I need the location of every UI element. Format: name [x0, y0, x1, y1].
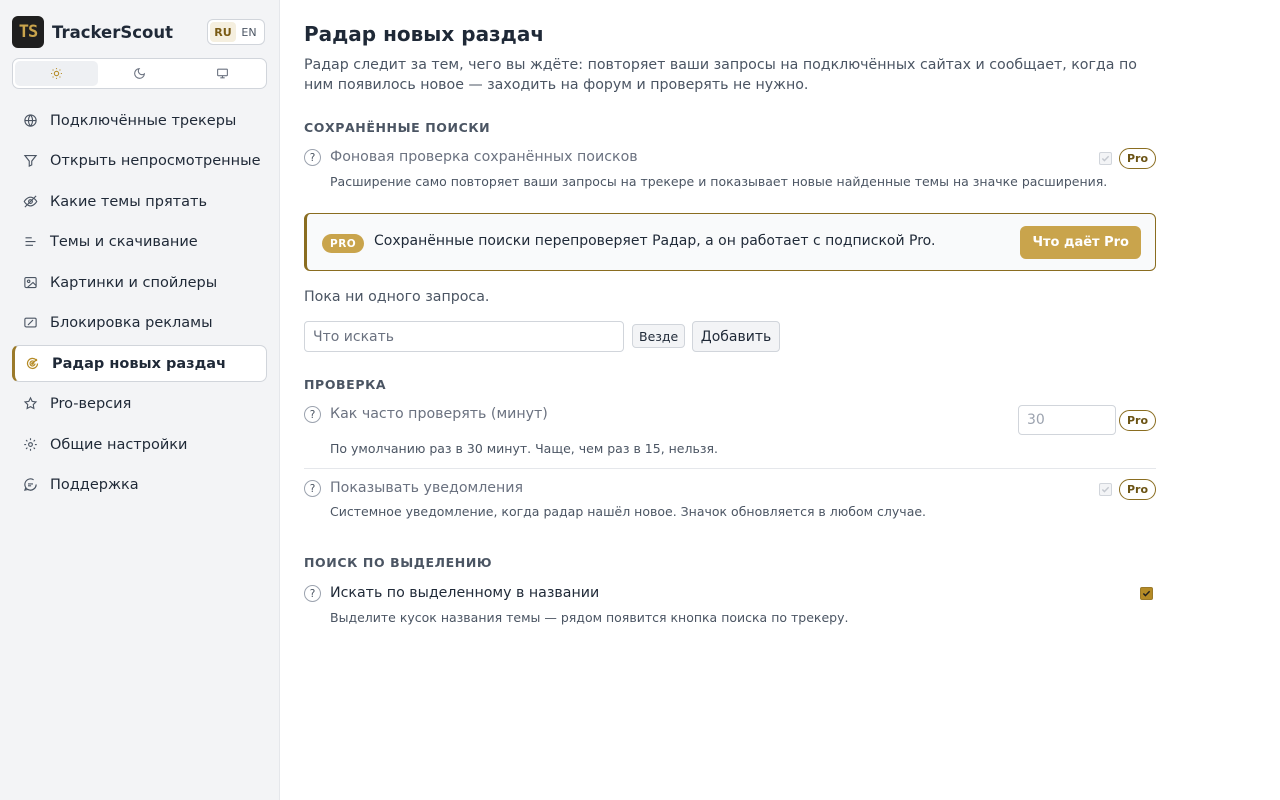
divider [304, 468, 1156, 469]
language-switcher: RU EN [207, 19, 265, 45]
star-icon [23, 396, 39, 412]
pro-badge: Pro [1118, 148, 1156, 169]
search-scope-select[interactable]: Везде [632, 324, 686, 348]
sidebar-item-settings[interactable]: Общие настройки [12, 426, 267, 463]
radar-icon [25, 356, 41, 372]
sidebar-item-label: Блокировка рекламы [50, 315, 213, 331]
sidebar-item-label: Какие темы прятать [50, 193, 207, 210]
sidebar-item-label: Картинки и спойлеры [50, 274, 218, 291]
pro-badge: Pro [1118, 479, 1156, 500]
app-name: TrackerScout [52, 22, 173, 42]
help-icon[interactable]: ? [304, 406, 321, 423]
page-description: Радар следит за тем, чего вы ждёте: повт… [304, 57, 1137, 93]
setting-label: Фоновая проверка сохранённых поисков [330, 149, 638, 165]
theme-switcher [12, 58, 267, 89]
sidebar: TS TrackerScout RU EN Подключённые треке… [0, 0, 280, 800]
lang-en-button[interactable]: EN [236, 22, 262, 42]
filter-icon [23, 153, 39, 169]
section-title-checking: ПРОВЕРКА [304, 377, 387, 392]
setting-description: По умолчанию раз в 30 минут. Чаще, чем р… [330, 441, 718, 456]
sidebar-item-label: Pro-версия [50, 396, 132, 412]
pro-promo-banner: PRO Сохранённые поиски перепроверяет Рад… [304, 213, 1156, 271]
setting-description: Расширение само повторяет ваши запросы н… [330, 174, 1108, 189]
sidebar-item-label: Поддержка [50, 477, 139, 493]
check-icon [1101, 155, 1110, 162]
theme-system-button[interactable] [181, 61, 264, 86]
notifications-checkbox[interactable] [1099, 483, 1112, 496]
sidebar-item-label: Радар новых раздач [52, 355, 227, 372]
theme-light-button[interactable] [15, 61, 98, 86]
section-title-selection-search: ПОИСК ПО ВЫДЕЛЕНИЮ [304, 555, 493, 570]
check-icon [1142, 590, 1151, 597]
image-icon [23, 275, 39, 291]
chat-icon [23, 477, 39, 493]
sidebar-item-hide-topics[interactable]: Какие темы прятать [12, 183, 267, 220]
background-check-checkbox[interactable] [1099, 152, 1112, 165]
globe-icon [23, 113, 39, 129]
promo-text: Сохранённые поиски перепроверяет Радар, … [374, 233, 936, 249]
check-interval-input[interactable]: 30 [1018, 405, 1116, 435]
promo-pro-badge: PRO [322, 234, 365, 253]
sidebar-item-adblock[interactable]: Блокировка рекламы [12, 305, 267, 342]
sidebar-item-support[interactable]: Поддержка [12, 467, 267, 504]
app-logo: TS [12, 16, 44, 48]
setting-label: Показывать уведомления [330, 480, 524, 496]
sidebar-item-radar[interactable]: Радар новых раздач [12, 345, 267, 382]
sidebar-item-pro[interactable]: Pro-версия [12, 386, 267, 423]
setting-description: Системное уведомление, когда радар нашёл… [330, 504, 927, 519]
setting-label: Искать по выделенному в названии [330, 585, 600, 601]
page-title: Радар новых раздач [304, 22, 545, 46]
eye-off-icon [23, 194, 39, 210]
sidebar-nav: Подключённые трекеры Открыть непросмотре… [12, 102, 267, 507]
sidebar-item-trackers[interactable]: Подключённые трекеры [12, 102, 267, 139]
section-title-saved-searches: СОХРАНЁННЫЕ ПОИСКИ [304, 120, 491, 135]
empty-searches-text: Пока ни одного запроса. [304, 289, 490, 305]
what-pro-gives-button[interactable]: Что даёт Pro [1020, 226, 1141, 259]
lang-ru-button[interactable]: RU [210, 22, 236, 42]
sidebar-item-label: Открыть непросмотренные [50, 153, 261, 169]
sidebar-item-unviewed[interactable]: Открыть непросмотренные [12, 143, 267, 180]
help-icon[interactable]: ? [304, 149, 321, 166]
setting-description: Выделите кусок названия темы — рядом поя… [330, 610, 849, 625]
sidebar-item-label: Темы и скачивание [50, 234, 198, 250]
list-icon [23, 234, 39, 250]
sidebar-item-label: Общие настройки [50, 436, 188, 453]
gear-icon [23, 437, 39, 453]
check-icon [1101, 486, 1110, 493]
brand: TS TrackerScout [12, 16, 173, 48]
add-search-button[interactable]: Добавить [692, 321, 780, 352]
ad-block-icon [23, 315, 39, 331]
moon-icon [134, 67, 146, 79]
sun-icon [51, 68, 62, 79]
search-query-input[interactable] [304, 321, 624, 352]
theme-dark-button[interactable] [98, 61, 181, 86]
sidebar-item-images[interactable]: Картинки и спойлеры [12, 264, 267, 301]
help-icon[interactable]: ? [304, 585, 321, 602]
search-by-selection-checkbox[interactable] [1140, 587, 1153, 600]
monitor-icon [217, 68, 228, 79]
pro-badge: Pro [1118, 410, 1156, 431]
sidebar-item-topics-download[interactable]: Темы и скачивание [12, 224, 267, 261]
sidebar-item-label: Подключённые трекеры [50, 112, 237, 129]
help-icon[interactable]: ? [304, 480, 321, 497]
setting-label: Как часто проверять (минут) [330, 406, 548, 422]
